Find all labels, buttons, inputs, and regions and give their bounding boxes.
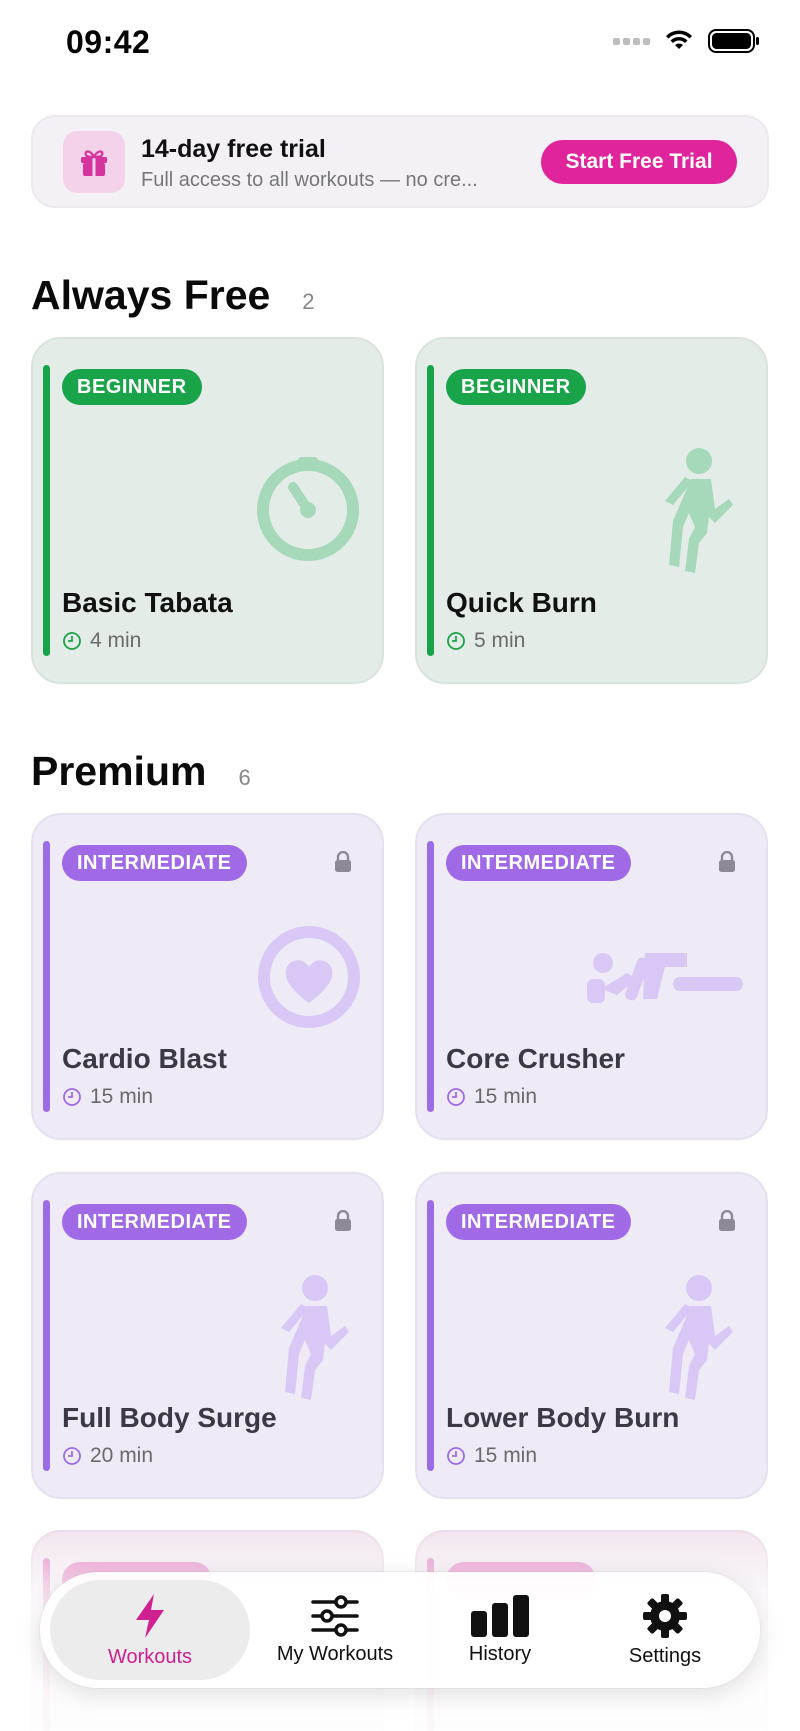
- duration-label: 15 min: [474, 1085, 538, 1108]
- card-accent-bar: [43, 1200, 50, 1471]
- duration-label: 15 min: [474, 1444, 538, 1467]
- card-accent-bar: [427, 365, 434, 656]
- tab-label: My Workouts: [276, 1642, 394, 1665]
- gift-icon: [63, 131, 125, 193]
- card-title: Quick Burn: [446, 587, 597, 618]
- card-duration: 5 min: [446, 629, 525, 653]
- running-person-icon: [281, 1275, 349, 1400]
- section-header-always-free: Always Free 2: [31, 272, 315, 319]
- level-badge: INTERMEDIATE: [446, 845, 631, 881]
- running-person-icon: [665, 448, 733, 573]
- duration-label: 15 min: [90, 1085, 154, 1108]
- card-duration: 15 min: [446, 1085, 537, 1109]
- clock-icon: [447, 1088, 465, 1106]
- workout-card-basic-tabata[interactable]: BEGINNER Basic Tabata 4 min: [31, 337, 384, 684]
- free-trial-banner: 14-day free trial Full access to all wor…: [31, 115, 769, 208]
- trial-title: 14-day free trial: [141, 135, 326, 163]
- section-title: Always Free: [31, 272, 271, 318]
- clock-icon: [63, 1447, 81, 1465]
- tab-settings[interactable]: Settings: [585, 1580, 745, 1680]
- workout-card-full-body-surge[interactable]: INTERMEDIATE Full Body Surge 20 min: [31, 1172, 384, 1499]
- workout-card-lower-body-burn[interactable]: INTERMEDIATE Lower Body Burn 15 min: [415, 1172, 768, 1499]
- card-title: Basic Tabata: [62, 587, 233, 618]
- gear-icon: [643, 1593, 687, 1638]
- heart-icon: [258, 926, 360, 1028]
- card-duration: 4 min: [62, 629, 141, 653]
- tab-history[interactable]: History: [425, 1580, 575, 1680]
- stopwatch-icon: [257, 457, 359, 561]
- status-time: 09:42: [66, 24, 151, 60]
- level-badge: INTERMEDIATE: [62, 1204, 247, 1240]
- lock-icon: [335, 1210, 351, 1231]
- bolt-icon: [136, 1593, 164, 1638]
- tab-my-workouts[interactable]: My Workouts: [250, 1580, 420, 1680]
- workout-card-cardio-blast[interactable]: INTERMEDIATE Cardio Blast 15 min: [31, 813, 384, 1140]
- tab-label: Workouts: [107, 1645, 193, 1668]
- card-title: Full Body Surge: [62, 1402, 277, 1433]
- workout-card-quick-burn[interactable]: BEGINNER Quick Burn 5 min: [415, 337, 768, 684]
- card-title: Lower Body Burn: [446, 1402, 680, 1433]
- level-badge: INTERMEDIATE: [446, 1204, 631, 1240]
- section-header-premium: Premium 6: [31, 748, 251, 795]
- level-badge: BEGINNER: [446, 369, 586, 405]
- clock-icon: [63, 1088, 81, 1106]
- level-badge: INTERMEDIATE: [62, 845, 247, 881]
- bar-chart-icon: [471, 1594, 529, 1637]
- card-duration: 20 min: [62, 1444, 153, 1468]
- duration-label: 20 min: [90, 1444, 154, 1467]
- section-count: 2: [302, 289, 315, 314]
- lock-icon: [719, 1210, 735, 1231]
- card-accent-bar: [427, 841, 434, 1112]
- lock-icon: [335, 851, 351, 872]
- sliders-icon: [311, 1594, 359, 1637]
- trial-subtitle: Full access to all workouts — no cre...: [141, 169, 478, 191]
- clock-icon: [447, 632, 465, 650]
- card-duration: 15 min: [446, 1444, 537, 1468]
- status-bar: 09:42: [0, 0, 800, 90]
- card-accent-bar: [43, 841, 50, 1112]
- running-person-icon: [665, 1275, 733, 1400]
- clock-icon: [447, 1447, 465, 1465]
- section-count: 6: [238, 765, 251, 790]
- card-accent-bar: [43, 365, 50, 656]
- plank-person-icon: [587, 953, 743, 1003]
- card-title: Core Crusher: [446, 1043, 625, 1074]
- tab-bar: Workouts My Workouts History Settings: [40, 1572, 760, 1688]
- lock-icon: [719, 851, 735, 872]
- cellular-signal-icon: [613, 37, 650, 45]
- clock-icon: [63, 632, 81, 650]
- tab-label: History: [468, 1642, 532, 1665]
- workout-card-core-crusher[interactable]: INTERMEDIATE Core Crusher 15 min: [415, 813, 768, 1140]
- card-accent-bar: [427, 1200, 434, 1471]
- section-title: Premium: [31, 748, 207, 794]
- battery-icon: [708, 29, 759, 53]
- tab-workouts[interactable]: Workouts: [50, 1580, 250, 1680]
- duration-label: 5 min: [474, 629, 526, 652]
- start-free-trial-button[interactable]: Start Free Trial: [541, 140, 737, 184]
- card-duration: 15 min: [62, 1085, 153, 1109]
- wifi-icon: [666, 30, 692, 49]
- status-icons: [613, 28, 760, 54]
- level-badge: BEGINNER: [62, 369, 202, 405]
- tab-label: Settings: [628, 1644, 702, 1667]
- duration-label: 4 min: [90, 629, 142, 652]
- card-title: Cardio Blast: [62, 1043, 227, 1074]
